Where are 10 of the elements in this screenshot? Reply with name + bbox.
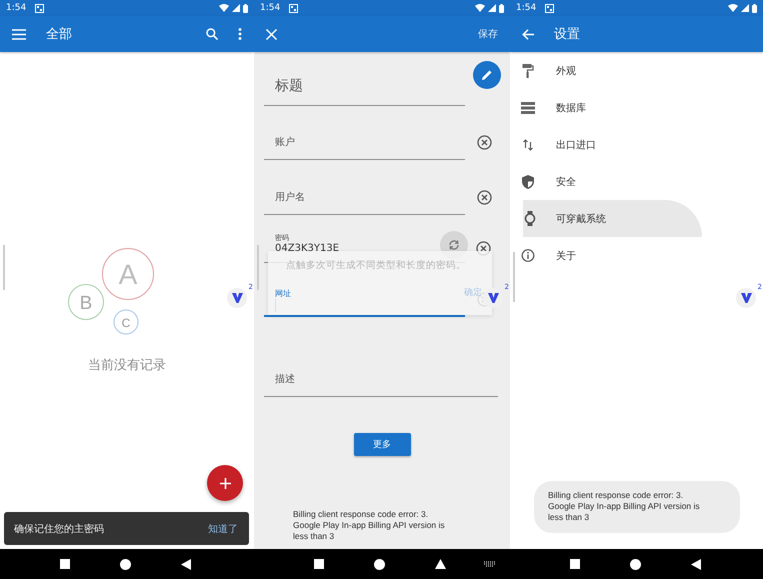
app-bar-title: 全部 — [46, 26, 72, 43]
snackbar-message: 确保记住您的主密码 — [14, 522, 104, 536]
clock-time: 1:54 — [516, 3, 536, 13]
app-bar-title: 设置 — [554, 26, 580, 43]
toast-message: Billing client response code error: 3. Google Play In-app Billing API version is less than 3 — [534, 481, 740, 533]
empty-state-message: 当前没有记录 — [88, 357, 166, 374]
empty-state-drawing: A B C — [66, 248, 186, 340]
toast-message: Billing client response code error: 3. Google Play In-app Billing API version is less than 3 — [293, 509, 446, 542]
clock-time: 1:54 — [6, 3, 26, 13]
clock-time: 1:54 — [260, 3, 280, 13]
